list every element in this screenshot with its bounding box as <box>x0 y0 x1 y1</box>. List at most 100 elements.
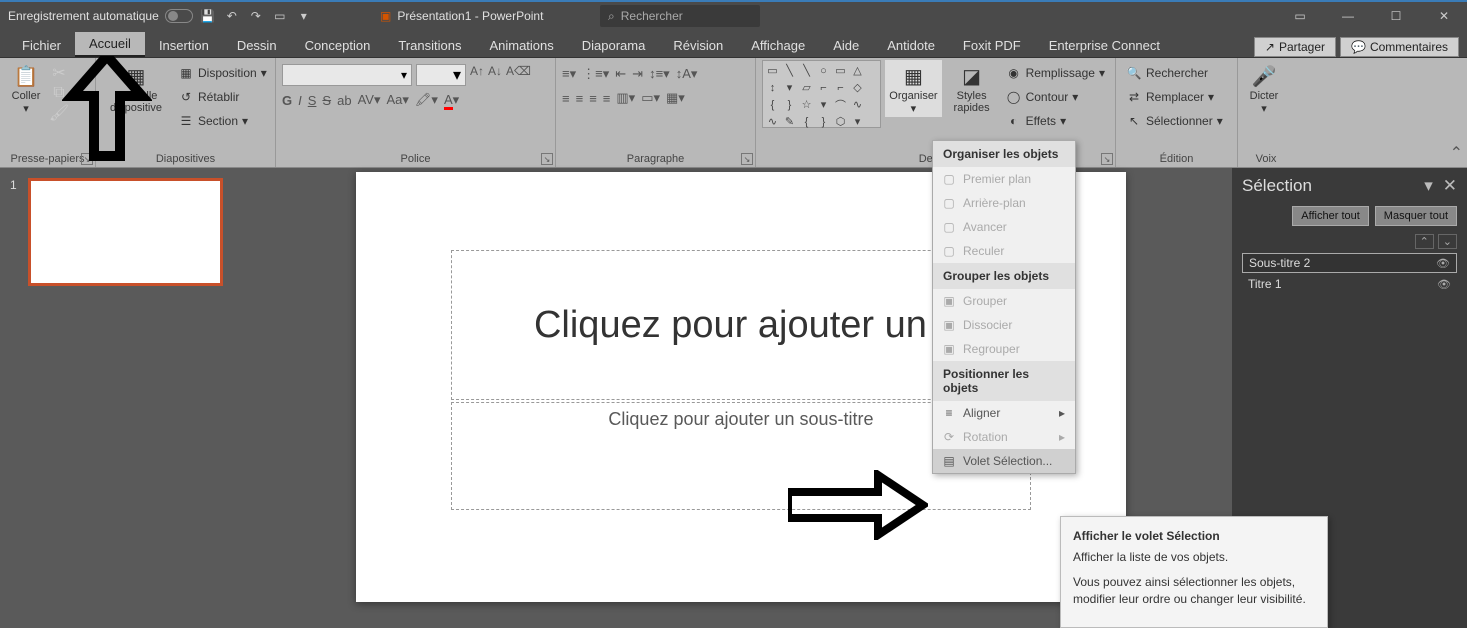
align-text-button[interactable]: ▭▾ <box>641 90 660 106</box>
paragraph-launcher[interactable]: ↘ <box>741 153 753 165</box>
search-box[interactable]: ⌕ Rechercher <box>600 5 760 27</box>
replace-button[interactable]: ⇄Remplacer ▾ <box>1122 86 1227 108</box>
save-icon[interactable]: 💾 <box>199 7 217 25</box>
group-voice-label: Voix <box>1244 151 1288 167</box>
selection-item-subtitle[interactable]: Sous-titre 2 👁 <box>1242 253 1457 273</box>
highlight-button[interactable]: 🖍▾ <box>415 92 438 108</box>
slide-thumbnail-1[interactable] <box>28 178 223 286</box>
columns-button[interactable]: ▥▾ <box>616 90 635 106</box>
tab-foxit[interactable]: Foxit PDF <box>949 34 1035 57</box>
undo-icon[interactable]: ↶ <box>223 7 241 25</box>
minimize-icon[interactable]: — <box>1325 1 1371 31</box>
dd-regroup[interactable]: ▣Regrouper <box>933 337 1075 361</box>
ribbon-display-icon[interactable]: ▭ <box>1277 1 1323 31</box>
dd-send-backward[interactable]: ▢Reculer <box>933 239 1075 263</box>
align-right-button[interactable]: ≡ <box>589 91 597 106</box>
align-center-button[interactable]: ≡ <box>576 91 584 106</box>
bold-button[interactable]: G <box>282 93 292 108</box>
align-left-button[interactable]: ≡ <box>562 91 570 106</box>
dd-rotation[interactable]: ⟳Rotation▸ <box>933 425 1075 449</box>
case-button[interactable]: Aa▾ <box>386 92 408 108</box>
text-direction-button[interactable]: ↕A▾ <box>676 66 698 82</box>
bullets-button[interactable]: ≡▾ <box>562 66 576 82</box>
autosave-toggle[interactable] <box>165 9 193 23</box>
tooltip-line2: Vous pouvez ainsi sélectionner les objet… <box>1073 574 1315 608</box>
underline-button[interactable]: S <box>308 93 317 108</box>
italic-button[interactable]: I <box>298 93 302 108</box>
dd-bring-forward[interactable]: ▢Avancer <box>933 215 1075 239</box>
shape-fill-button[interactable]: ◉Remplissage ▾ <box>1002 62 1109 84</box>
quick-styles-button[interactable]: ◪ Styles rapides <box>946 60 998 116</box>
collapse-ribbon-icon[interactable]: ⌃ <box>1450 143 1463 163</box>
strike-button[interactable]: S <box>322 93 331 108</box>
paste-button[interactable]: 📋 Coller ▾ <box>6 60 46 117</box>
layout-button[interactable]: ▦Disposition ▾ <box>174 62 271 84</box>
dd-header-position: Positionner les objets <box>933 361 1075 401</box>
selection-item-title[interactable]: Titre 1 👁 <box>1242 275 1457 293</box>
reset-button[interactable]: ↺Rétablir <box>174 86 271 108</box>
tab-diaporama[interactable]: Diaporama <box>568 34 660 57</box>
pane-close-icon[interactable]: ✕ <box>1443 176 1457 196</box>
slideshow-icon[interactable]: ▭ <box>271 7 289 25</box>
close-icon[interactable]: ✕ <box>1421 1 1467 31</box>
clear-format-icon[interactable]: A⌫ <box>506 64 531 86</box>
shape-outline-button[interactable]: ◯Contour ▾ <box>1002 86 1109 108</box>
move-down-icon[interactable]: ⌄ <box>1438 234 1457 249</box>
drawing-launcher[interactable]: ↘ <box>1101 153 1113 165</box>
visibility-icon[interactable]: 👁 <box>1437 278 1451 291</box>
line-spacing-button[interactable]: ↕≡▾ <box>649 66 670 82</box>
indent-increase-button[interactable]: ⇥ <box>632 66 643 82</box>
shape-effects-button[interactable]: ◐Effets ▾ <box>1002 110 1109 132</box>
dd-align[interactable]: ≡Aligner▸ <box>933 401 1075 425</box>
tab-antidote[interactable]: Antidote <box>873 34 949 57</box>
increase-font-icon[interactable]: A↑ <box>470 64 484 86</box>
dictate-button[interactable]: 🎤 Dicter ▾ <box>1244 60 1284 117</box>
find-button[interactable]: 🔍Rechercher <box>1122 62 1227 84</box>
spacing-button[interactable]: AV▾ <box>358 92 381 108</box>
tab-accueil[interactable]: Accueil <box>75 32 145 57</box>
maximize-icon[interactable]: ☐ <box>1373 1 1419 31</box>
tab-revision[interactable]: Révision <box>659 34 737 57</box>
pane-options-icon[interactable]: ▾ <box>1424 176 1433 196</box>
numbering-button[interactable]: ⋮≡▾ <box>582 66 609 82</box>
app-icon: ▣ <box>380 9 391 23</box>
dd-ungroup[interactable]: ▣Dissocier <box>933 313 1075 337</box>
show-all-button[interactable]: Afficher tout <box>1292 206 1369 226</box>
shapes-gallery[interactable]: ▭╲╲○▭△↕▾ ▱⌐⌐◇{}☆▾ ⌒∿∿✎{}⬡▾ <box>762 60 881 128</box>
tab-fichier[interactable]: Fichier <box>8 34 75 57</box>
indent-decrease-button[interactable]: ⇤ <box>615 66 626 82</box>
tab-enterprise[interactable]: Enterprise Connect <box>1035 34 1174 57</box>
tab-transitions[interactable]: Transitions <box>384 34 475 57</box>
section-button[interactable]: ☰Section ▾ <box>174 110 271 132</box>
tab-affichage[interactable]: Affichage <box>737 34 819 57</box>
qat-more-icon[interactable]: ▾ <box>295 7 313 25</box>
comments-button[interactable]: 💬 Commentaires <box>1340 37 1459 57</box>
dd-selection-pane[interactable]: ▤Volet Sélection... <box>933 449 1075 473</box>
font-family-combo[interactable]: ▾ <box>282 64 412 86</box>
tab-conception[interactable]: Conception <box>291 34 385 57</box>
tab-insertion[interactable]: Insertion <box>145 34 223 57</box>
dd-bring-front[interactable]: ▢Premier plan <box>933 167 1075 191</box>
smartart-button[interactable]: ▦▾ <box>666 90 685 106</box>
font-color-button[interactable]: A▾ <box>444 92 459 108</box>
slide-number: 1 <box>10 178 17 192</box>
share-button[interactable]: ↗ Partager <box>1254 37 1336 57</box>
autosave-label: Enregistrement automatique <box>8 9 159 23</box>
visibility-icon[interactable]: 👁 <box>1436 257 1450 270</box>
justify-button[interactable]: ≡ <box>603 91 611 106</box>
shadow-button[interactable]: ab <box>337 93 351 108</box>
font-size-combo[interactable]: ▾ <box>416 64 466 86</box>
hide-all-button[interactable]: Masquer tout <box>1375 206 1457 226</box>
arrange-button[interactable]: ▦ Organiser ▾ <box>885 60 941 117</box>
tab-animations[interactable]: Animations <box>475 34 567 57</box>
dd-group[interactable]: ▣Grouper <box>933 289 1075 313</box>
selection-pane-title: Sélection <box>1242 176 1312 196</box>
dd-send-back[interactable]: ▢Arrière-plan <box>933 191 1075 215</box>
tab-dessin[interactable]: Dessin <box>223 34 291 57</box>
tab-aide[interactable]: Aide <box>819 34 873 57</box>
redo-icon[interactable]: ↷ <box>247 7 265 25</box>
font-launcher[interactable]: ↘ <box>541 153 553 165</box>
move-up-icon[interactable]: ⌃ <box>1415 234 1434 249</box>
decrease-font-icon[interactable]: A↓ <box>488 64 502 86</box>
select-button[interactable]: ↖Sélectionner ▾ <box>1122 110 1227 132</box>
